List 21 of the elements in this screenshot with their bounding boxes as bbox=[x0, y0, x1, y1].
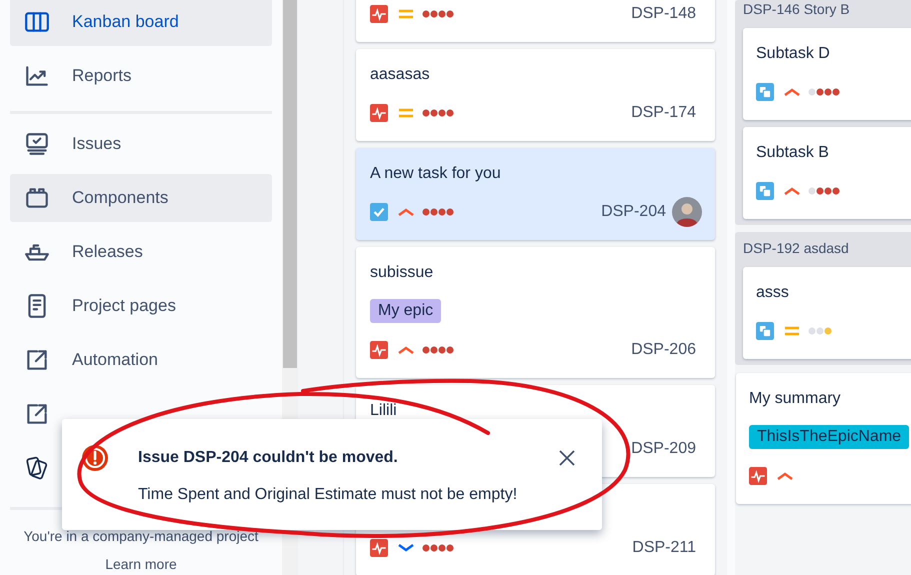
issue-key: DSP-206 bbox=[631, 338, 696, 362]
footer-text: You're in a company-managed project bbox=[22, 527, 260, 546]
card-title: asss bbox=[756, 283, 790, 303]
card-title: Subtask D bbox=[756, 44, 831, 64]
card-title: aasasas bbox=[370, 65, 431, 85]
epic-tag: My epic bbox=[370, 299, 442, 323]
issue-key: DSP-211 bbox=[632, 536, 696, 560]
issue-key: DSP-204 bbox=[601, 200, 666, 224]
group-header: DSP-146 Story B bbox=[743, 0, 851, 18]
card-title: My summary bbox=[749, 389, 842, 409]
toast-message: Time Spent and Original Estimate must not be empty! bbox=[138, 485, 518, 505]
issue-key: DSP-174 bbox=[631, 101, 696, 125]
card-title: Lilili bbox=[370, 401, 398, 421]
card-title: Subtask B bbox=[756, 143, 830, 163]
epic-tag: ThisIsTheEpicName bbox=[749, 425, 910, 449]
issue-key: DSP-148 bbox=[631, 2, 696, 26]
card-title: subissue bbox=[370, 263, 434, 283]
toast-title: Issue DSP-204 couldn't be moved. bbox=[138, 448, 398, 468]
card-title: A new task for you bbox=[370, 164, 502, 184]
issue-key: DSP-209 bbox=[631, 437, 696, 461]
group-header: DSP-192 asdasd bbox=[743, 239, 850, 257]
